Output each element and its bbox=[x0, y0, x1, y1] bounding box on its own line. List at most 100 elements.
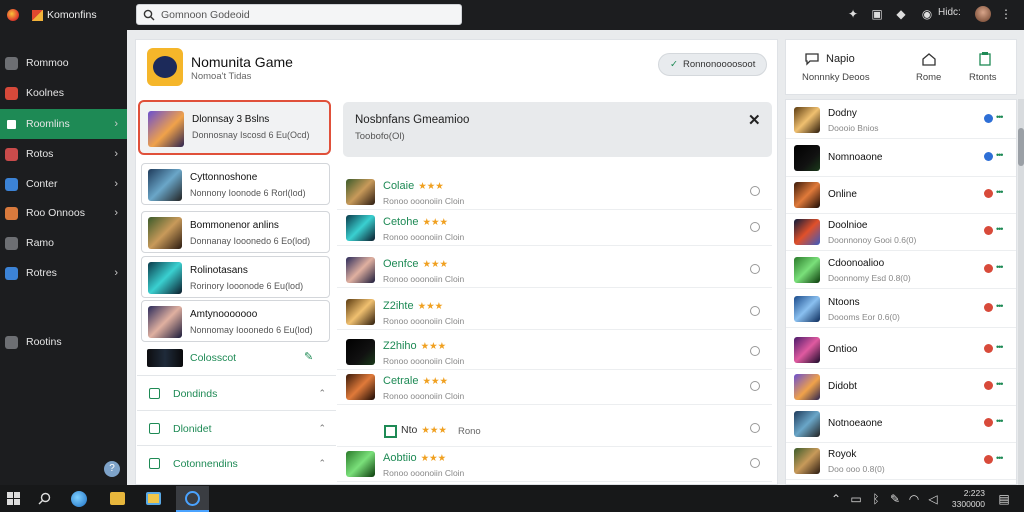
section-link[interactable]: Cotonnendins ⌃ bbox=[137, 445, 336, 481]
more-icon[interactable]: ••• bbox=[996, 342, 1004, 352]
more-icon[interactable]: ••• bbox=[996, 150, 1004, 160]
status-dot bbox=[984, 455, 993, 464]
game-card-title: Dlonnsay 3 Bslns bbox=[192, 114, 270, 125]
section-link[interactable]: Dlonidet ⌃ bbox=[137, 410, 336, 446]
list-item[interactable]: Oenfce ★★★ Ronoo ooonoiin Cloin bbox=[337, 252, 772, 288]
pen-icon[interactable]: ✎ bbox=[887, 491, 903, 507]
radio-button[interactable] bbox=[750, 222, 760, 232]
right-header-item-label[interactable]: Rtonts bbox=[969, 72, 996, 83]
list-item[interactable]: Aobtiio ★★★ Ronoo ooonoiin Cloin bbox=[337, 446, 772, 482]
friend-row[interactable]: Doolnioe Doonnonoy Gooi 0.6(0) ••• bbox=[786, 214, 1016, 251]
network-icon[interactable]: ▭ bbox=[848, 491, 864, 507]
chevron-up-icon[interactable]: ⌃ bbox=[828, 491, 844, 507]
friend-row[interactable]: Notnoeaone ••• bbox=[786, 406, 1016, 443]
game-card[interactable]: Rolinotasans Rorinory Iooonode 6 Eu(lod) bbox=[141, 256, 330, 298]
grid-icon bbox=[5, 266, 18, 280]
list-item[interactable]: Z2ihte ★★★ Ronoo ooonoiin Cloin bbox=[337, 294, 772, 330]
radio-button[interactable] bbox=[750, 264, 760, 274]
list-item-title: Oenfce ★★★ bbox=[383, 258, 448, 270]
edge-icon[interactable] bbox=[71, 491, 87, 507]
sidebar-item[interactable]: Rootins bbox=[0, 327, 127, 357]
window-icon[interactable]: ▣ bbox=[869, 6, 885, 22]
clock[interactable]: 2:223 3300000 bbox=[949, 488, 985, 510]
chevron-icon: ⌃ bbox=[318, 388, 326, 398]
edit-icon[interactable]: ✎ bbox=[304, 350, 313, 363]
collection-label[interactable]: Colosscot bbox=[190, 352, 236, 364]
close-icon[interactable]: ✕ bbox=[748, 111, 761, 129]
user-name[interactable]: Hidc: bbox=[938, 7, 961, 18]
game-thumbnail bbox=[148, 262, 182, 294]
list-item[interactable]: Z2hiho ★★★ Ronoo ooonoiin Cloin bbox=[337, 334, 772, 370]
list-item[interactable]: Colaie ★★★ Ronoo ooonoiin Cloin bbox=[337, 174, 772, 210]
radio-button[interactable] bbox=[750, 381, 760, 391]
radio-button[interactable] bbox=[750, 306, 760, 316]
right-header-item-label[interactable]: Nonnnky Deoos bbox=[802, 72, 870, 83]
friend-avatar bbox=[794, 337, 820, 363]
radio-button[interactable] bbox=[750, 346, 760, 356]
sidebar-item[interactable]: Roomlins › bbox=[0, 109, 127, 139]
more-icon[interactable]: ••• bbox=[996, 379, 1004, 389]
sidebar-item[interactable]: Rotres › bbox=[0, 258, 127, 288]
sidebar-item[interactable]: Ramo bbox=[0, 228, 127, 258]
game-card[interactable]: Amtynooooooo Nonnomay Iooonedo 6 Eu(lod) bbox=[141, 300, 330, 342]
sidebar-item[interactable]: Rommoo bbox=[0, 48, 127, 78]
chat-icon[interactable] bbox=[804, 52, 820, 66]
sidebar-item[interactable]: Rotos › bbox=[0, 139, 127, 169]
folder-icon[interactable] bbox=[110, 492, 125, 505]
search-input[interactable]: Gomnoon Godeoid bbox=[136, 4, 462, 25]
banner-subtitle: Toobofo(Ol) bbox=[355, 131, 405, 142]
game-card[interactable]: Dlonnsay 3 Bslns Donnosnay Iscosd 6 Eu(Oc… bbox=[138, 100, 331, 155]
list-item-title: Aobtiio ★★★ bbox=[383, 452, 446, 464]
home-icon[interactable] bbox=[921, 52, 937, 66]
sidebar-item[interactable]: Koolnes bbox=[0, 78, 127, 108]
sidebar-item[interactable]: Conter › bbox=[0, 169, 127, 199]
explorer-icon[interactable] bbox=[146, 492, 161, 505]
sidebar-item-label: Roo Onnoos bbox=[26, 207, 85, 219]
section-link[interactable]: Dondinds ⌃ bbox=[137, 375, 336, 411]
list-item[interactable]: Cetohe ★★★ Ronoo ooonoiin Cloin bbox=[337, 210, 772, 246]
chevron-right-icon: › bbox=[114, 178, 118, 190]
list-item[interactable]: Nto ★★★ Rono bbox=[337, 411, 772, 447]
menu-icon[interactable]: ⋮ bbox=[998, 6, 1014, 22]
friend-row[interactable]: Cdoonoalioo Doonnomy Esd 0.8(0) ••• bbox=[786, 252, 1016, 289]
sidebar-item[interactable]: Roo Onnoos › bbox=[0, 198, 127, 228]
right-header-item-label[interactable]: Rome bbox=[916, 72, 941, 83]
notifications-icon[interactable]: ▤ bbox=[996, 491, 1012, 507]
friend-row[interactable]: Ntoons Doooms Eor 0.6(0) ••• bbox=[786, 291, 1016, 328]
more-icon[interactable]: ••• bbox=[996, 453, 1004, 463]
radio-button[interactable] bbox=[750, 186, 760, 196]
avatar[interactable] bbox=[975, 6, 991, 22]
friend-row[interactable]: Nomnoaone ••• bbox=[786, 140, 1016, 177]
wifi-icon[interactable]: ◠ bbox=[906, 491, 922, 507]
taskbar-search-icon[interactable] bbox=[38, 492, 51, 505]
friend-row[interactable]: Dodny Doooio Bnios ••• bbox=[786, 102, 1016, 139]
help-icon[interactable]: ? bbox=[104, 461, 120, 477]
more-icon[interactable]: ••• bbox=[996, 301, 1004, 311]
more-icon[interactable]: ••• bbox=[996, 112, 1004, 122]
game-card[interactable]: Cyttonnoshone Nonnony Ioonode 6 Rorl(lod) bbox=[141, 163, 330, 205]
puzzle-icon[interactable]: ✦ bbox=[845, 6, 861, 22]
volume-icon[interactable]: ◁ bbox=[925, 491, 941, 507]
more-icon[interactable]: ••• bbox=[996, 416, 1004, 426]
radio-button[interactable] bbox=[750, 458, 760, 468]
friend-row[interactable]: Online ••• bbox=[786, 177, 1016, 214]
radio-button[interactable] bbox=[750, 423, 760, 433]
more-icon[interactable]: ••• bbox=[996, 224, 1004, 234]
store-icon bbox=[5, 117, 18, 131]
more-icon[interactable]: ••• bbox=[996, 187, 1004, 197]
list-item[interactable]: Cetrale ★★★ Ronoo ooonoiin Cloin bbox=[337, 369, 772, 405]
game-thumbnail bbox=[346, 299, 375, 325]
more-icon[interactable]: ••• bbox=[996, 262, 1004, 272]
start-icon[interactable] bbox=[7, 492, 20, 505]
clipboard-icon[interactable] bbox=[978, 51, 992, 67]
friend-row[interactable]: Didobt ••• bbox=[786, 369, 1016, 406]
list-item-title-text: Aobtiio bbox=[383, 452, 417, 464]
settings-icon[interactable]: ◉ bbox=[919, 6, 935, 22]
bluetooth-icon[interactable]: ᛒ bbox=[868, 491, 884, 507]
game-card[interactable]: Bommonenor anlins Donnanay Iooonedo 6 Eo(… bbox=[141, 211, 330, 253]
friend-row[interactable]: Ontioo ••• bbox=[786, 332, 1016, 369]
scrollbar-thumb[interactable] bbox=[1018, 128, 1024, 166]
shield-icon[interactable]: ◆ bbox=[893, 6, 909, 22]
follow-button[interactable]: ✓ Ronnonoooosoot bbox=[658, 53, 767, 76]
friend-row[interactable]: Royok Doo ooo 0.8(0) ••• bbox=[786, 443, 1016, 480]
